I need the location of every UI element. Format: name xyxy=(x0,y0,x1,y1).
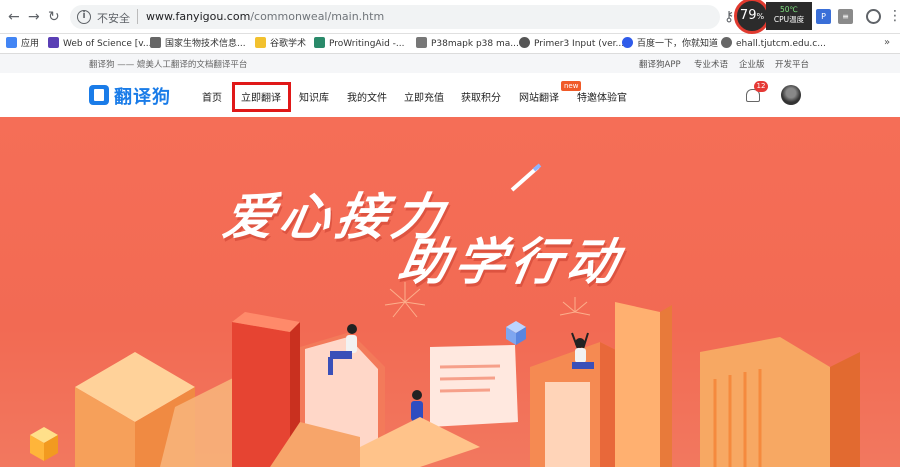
browser-toolbar: ← → ↻ i 不安全 www.fanyigou.com/commonweal/… xyxy=(0,0,900,34)
nav-experience-officer[interactable]: 特邀体验官 xyxy=(577,89,627,104)
bookmark-item[interactable]: Web of Science [v... xyxy=(48,37,152,51)
top-link-enterprise[interactable]: 企业版 xyxy=(739,58,765,70)
globe-icon xyxy=(721,37,732,48)
menu-icon[interactable]: ⋮ xyxy=(888,8,900,24)
bookmarks-overflow[interactable]: » xyxy=(884,37,890,48)
bookmark-item[interactable]: P38mapk p38 ma... xyxy=(416,37,519,51)
nav-home[interactable]: 首页 xyxy=(202,89,222,104)
address-bar[interactable]: i 不安全 www.fanyigou.com/commonweal/main.h… xyxy=(70,5,720,29)
bookmarks-bar: 应用 Web of Science [v... 国家生物技术信息... 谷歌学术… xyxy=(0,34,900,54)
insecure-label: 不安全 xyxy=(97,12,130,25)
p38-icon xyxy=(416,37,427,48)
highlight-box xyxy=(232,82,291,112)
bookmark-item[interactable]: ProWritingAid -... xyxy=(314,37,404,51)
site-logo-text[interactable]: 翻译狗 xyxy=(114,83,171,109)
top-link-app[interactable]: 翻译狗APP xyxy=(639,58,681,70)
prowritingaid-icon xyxy=(314,37,325,48)
cpu-usage-gauge[interactable]: 79% xyxy=(734,0,770,34)
apps-grid-icon xyxy=(6,37,17,48)
bookmark-item[interactable]: 国家生物技术信息... xyxy=(150,37,246,51)
bookmark-item[interactable]: 谷歌学术 xyxy=(255,37,306,51)
top-link-terms[interactable]: 专业术语 xyxy=(694,58,728,70)
cpu-temp-panel: 50℃ CPU温度 xyxy=(766,2,812,30)
wos-icon xyxy=(48,37,59,48)
ncbi-icon xyxy=(150,37,161,48)
info-icon[interactable]: i xyxy=(77,10,91,24)
url-text[interactable]: www.fanyigou.com/commonweal/main.htm xyxy=(146,10,384,23)
baidu-icon xyxy=(622,37,633,48)
nav-knowledge[interactable]: 知识库 xyxy=(299,89,329,104)
avatar[interactable] xyxy=(781,85,801,105)
hero-banner[interactable]: 爱心接力 助学行动 xyxy=(0,117,900,467)
banner-headline-line2: 助学行动 xyxy=(394,232,629,291)
bookmark-item[interactable]: 百度一下，你就知道 xyxy=(622,37,718,51)
primer3-icon xyxy=(519,37,530,48)
profile-icon[interactable] xyxy=(866,9,881,24)
site-top-strip: 翻译狗 —— 媲美人工翻译的文档翻译平台 翻译狗APP 专业术语 企业版 开发平… xyxy=(0,54,900,73)
scholar-icon xyxy=(255,37,266,48)
reload-icon[interactable]: ↻ xyxy=(48,9,60,25)
notification-badge: 12 xyxy=(754,81,768,92)
nav-get-points[interactable]: 获取积分 xyxy=(461,89,501,104)
nav-my-files[interactable]: 我的文件 xyxy=(347,89,387,104)
key-icon[interactable]: ⚷ xyxy=(724,9,734,25)
nav-web-translate[interactable]: 网站翻译 xyxy=(519,89,559,104)
site-tagline: 翻译狗 —— 媲美人工翻译的文档翻译平台 xyxy=(89,60,248,70)
bookmark-item[interactable]: Primer3 Input (ver... xyxy=(519,37,624,51)
site-nav: 翻译狗 首页 立即翻译 知识库 我的文件 立即充值 获取积分 网站翻译 new … xyxy=(0,73,900,117)
logo-icon[interactable] xyxy=(89,85,109,105)
bookmark-apps[interactable]: 应用 xyxy=(6,37,39,51)
nav-recharge[interactable]: 立即充值 xyxy=(404,89,444,104)
top-link-developer[interactable]: 开发平台 xyxy=(775,58,809,70)
url-separator xyxy=(137,9,138,24)
pencil-icon xyxy=(510,163,542,192)
back-icon[interactable]: ← xyxy=(8,9,20,25)
extension-icon-2[interactable]: ≡ xyxy=(838,9,853,24)
bookmark-item[interactable]: ehall.tjutcm.edu.c... xyxy=(721,37,826,51)
forward-icon[interactable]: → xyxy=(28,9,40,25)
extension-icon[interactable]: P xyxy=(816,9,831,24)
